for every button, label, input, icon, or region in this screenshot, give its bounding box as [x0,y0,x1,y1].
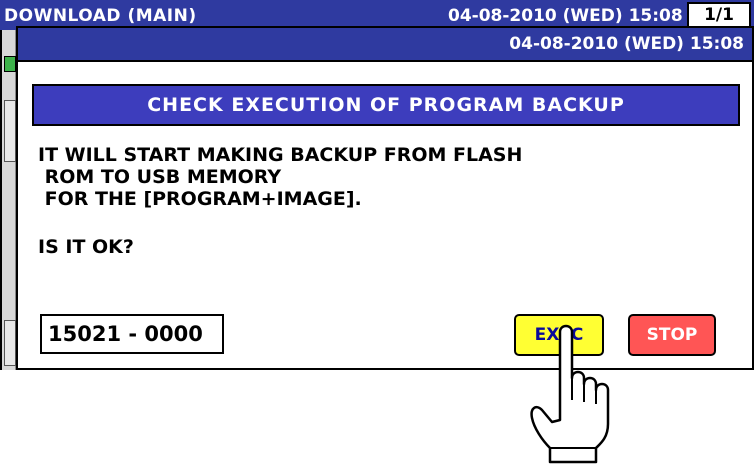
background-window-title: DOWNLOAD (MAIN) [4,6,197,26]
dialog-datetime: 04-08-2010 (WED) 15:08 [509,34,744,54]
message-line: FOR THE [PROGRAM+IMAGE]. [38,188,362,210]
confirmation-question: IS IT OK? [38,236,134,258]
dialog-heading: CHECK EXECUTION OF PROGRAM BACKUP [32,84,740,126]
dialog-message: IT WILL START MAKING BACKUP FROM FLASH R… [38,144,728,210]
status-code-field: 15021 - 0000 [40,314,224,354]
background-panel-edge [4,100,16,162]
backup-confirmation-dialog: 04-08-2010 (WED) 15:08 CHECK EXECUTION O… [16,26,754,370]
background-panel-edge [4,320,16,366]
background-status-marker [4,56,16,72]
hand-pointer-icon [530,324,610,464]
background-side-strip [0,30,16,370]
background-datetime: 04-08-2010 (WED) 15:08 [448,6,683,26]
dialog-title-bar: 04-08-2010 (WED) 15:08 [18,28,752,62]
stop-button[interactable]: STOP [628,314,716,356]
page-indicator: 1/1 [687,2,751,28]
message-line: IT WILL START MAKING BACKUP FROM FLASH [38,144,523,166]
message-line: ROM TO USB MEMORY [38,166,282,188]
